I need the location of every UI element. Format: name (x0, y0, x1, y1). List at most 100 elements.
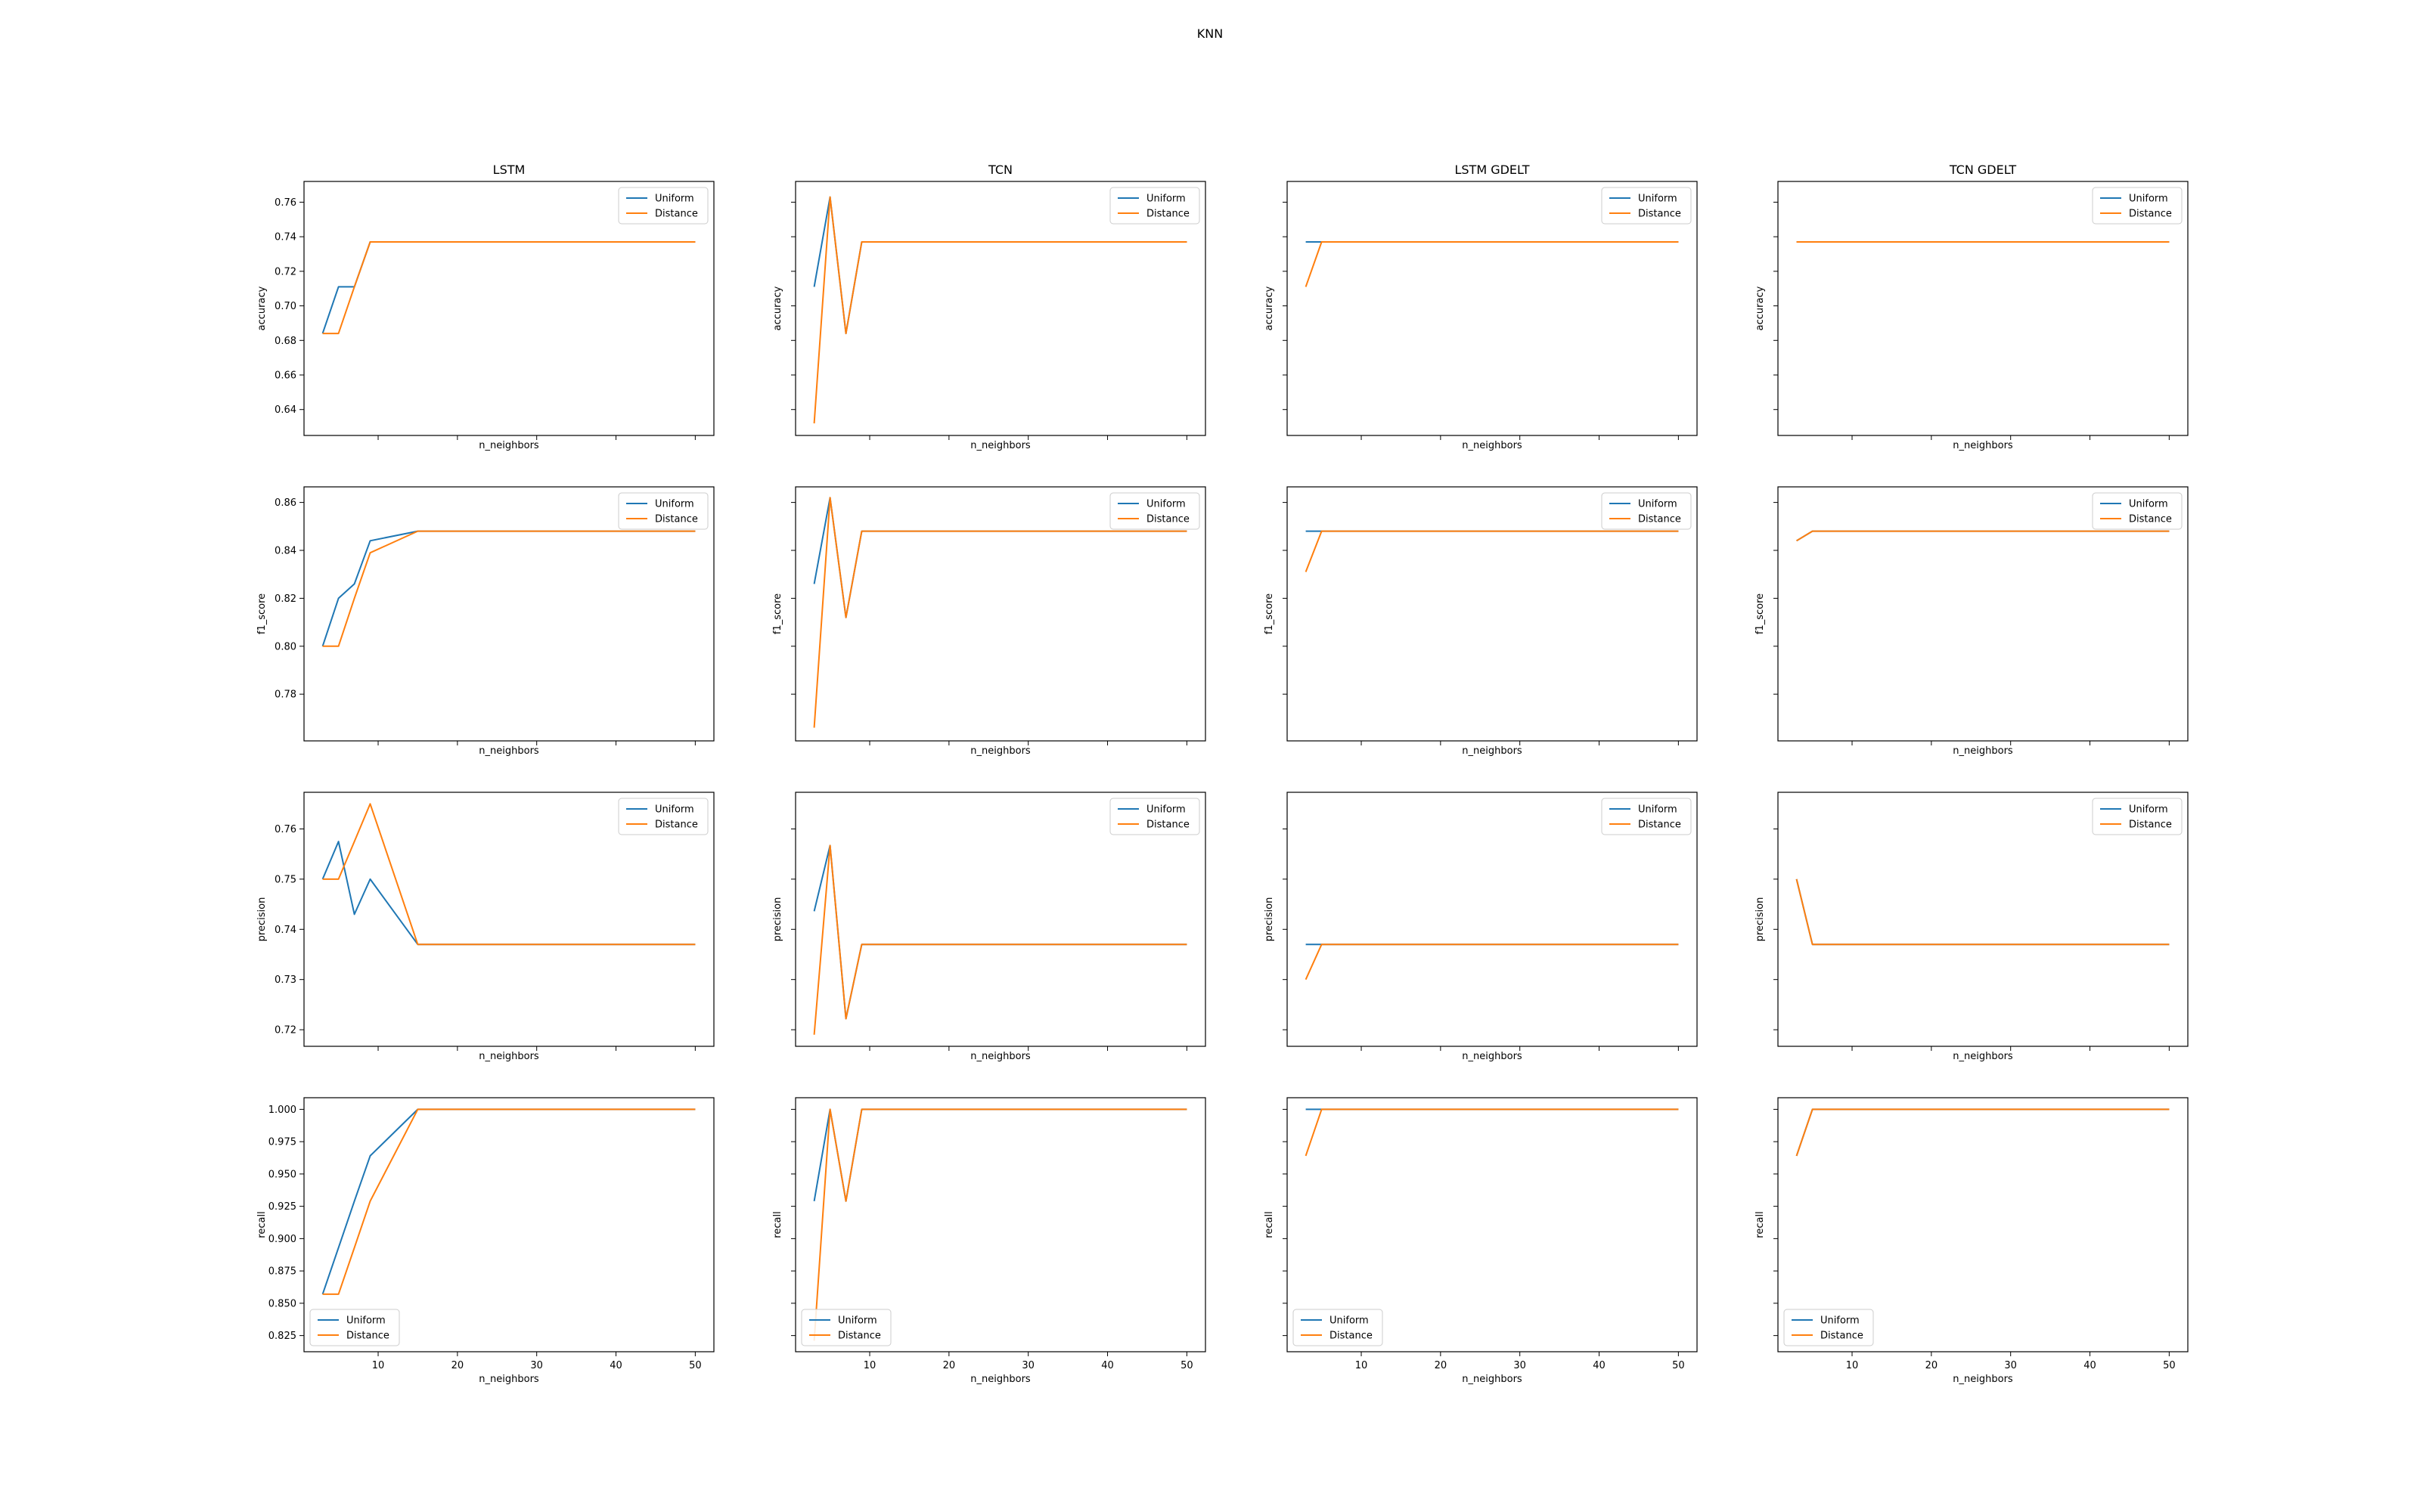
y-tick-label: 1.000 (268, 1105, 296, 1116)
legend: Uniform Distance (2092, 492, 2183, 530)
x-axis-label: n_neighbors (970, 745, 1031, 757)
legend-label-uniform: Uniform (655, 804, 694, 816)
legend: Uniform Distance (1109, 798, 1200, 835)
y-axis-label: f1_score (1264, 593, 1275, 634)
y-axis-label: recall (256, 1211, 268, 1238)
legend: Uniform Distance (618, 492, 709, 530)
x-tick-label: 40 (1593, 1360, 1606, 1371)
y-axis-label: precision (772, 897, 783, 942)
y-tick-label: 0.75 (275, 874, 296, 885)
x-tick-label: 50 (1181, 1360, 1193, 1371)
x-tick-label: 20 (943, 1360, 956, 1371)
legend-label-distance: Distance (655, 514, 698, 525)
legend-label-distance: Distance (1146, 514, 1190, 525)
legend-label-uniform: Uniform (2129, 194, 2168, 205)
legend-label-uniform: Uniform (1820, 1315, 1860, 1327)
series-line-distance (1795, 878, 2170, 946)
x-tick-label: 10 (372, 1360, 385, 1371)
y-tick-label: 0.70 (275, 301, 296, 312)
subplot-2-1: n_neighbors precision Uniform Distance (772, 792, 1206, 1062)
y-tick-label: 0.850 (268, 1298, 296, 1309)
y-axis-label: accuracy (772, 286, 783, 330)
legend-label-uniform: Uniform (1638, 499, 1677, 510)
y-tick-label: 0.73 (275, 974, 296, 986)
y-axis-label: accuracy (1264, 286, 1275, 330)
x-tick-label: 10 (1846, 1360, 1859, 1371)
x-axis-label: n_neighbors (1462, 440, 1522, 451)
y-tick-label: 0.84 (275, 546, 296, 557)
legend: Uniform Distance (801, 1309, 892, 1346)
legend: Uniform Distance (2092, 187, 2183, 225)
subplot-3-0: 0.825 0.850 0.875 0.900 0.925 0.950 0.975 1.000… (256, 1097, 715, 1385)
y-axis-label: f1_score (1754, 593, 1766, 634)
x-axis-label: n_neighbors (1953, 440, 2013, 451)
y-tick-label: 0.66 (275, 370, 296, 382)
x-tick-label: 50 (1672, 1360, 1685, 1371)
legend-label-uniform: Uniform (1146, 499, 1186, 510)
x-axis-label: n_neighbors (1462, 1374, 1522, 1385)
y-axis-label: accuracy (256, 286, 268, 330)
y-tick-label: 0.86 (275, 497, 296, 509)
legend: Uniform Distance (1783, 1309, 1874, 1346)
y-tick-label: 0.72 (275, 266, 296, 277)
y-axis-label: accuracy (1754, 286, 1766, 330)
series-line-distance (813, 844, 1187, 1035)
legend-label-distance: Distance (1146, 209, 1190, 220)
y-tick-label: 0.76 (275, 197, 296, 209)
legend: Uniform Distance (618, 798, 709, 835)
series-line-uniform (813, 844, 1187, 1020)
series-line-distance (1795, 1108, 2170, 1157)
legend: Uniform Distance (309, 1309, 400, 1346)
x-axis-label: n_neighbors (479, 1051, 539, 1062)
x-axis-label: n_neighbors (1462, 1051, 1522, 1062)
legend-label-distance: Distance (1638, 514, 1681, 525)
legend-label-distance: Distance (655, 820, 698, 831)
subplot-0-3: TCN GDELT n_neighbors accuracy Uniform Dista… (1754, 163, 2189, 451)
series-line-distance (813, 497, 1187, 728)
x-axis-label: n_neighbors (1953, 745, 2013, 757)
knn-figure: KNN LSTM 0.64 0.66 0.68 0.70 0.72 0.74 0.76 n_ne… (256, 26, 2189, 1385)
subplot-grid: LSTM 0.64 0.66 0.68 0.70 0.72 0.74 0.76 n_neighb… (256, 163, 2189, 1385)
y-axis-label: recall (1264, 1211, 1275, 1238)
subplot-1-0: 0.78 0.80 0.82 0.84 0.86 n_neighbors f1_score U… (256, 486, 715, 757)
subplot-title: LSTM (493, 163, 526, 177)
x-axis-label: n_neighbors (479, 1374, 539, 1385)
x-tick-label: 20 (1925, 1360, 1938, 1371)
legend-label-distance: Distance (346, 1331, 389, 1342)
legend-label-uniform: Uniform (1146, 804, 1186, 816)
x-tick-label: 40 (1101, 1360, 1114, 1371)
x-axis-label: n_neighbors (970, 1374, 1031, 1385)
legend: Uniform Distance (1109, 187, 1200, 225)
y-tick-label: 0.900 (268, 1234, 296, 1245)
y-axis-label: recall (772, 1211, 783, 1238)
subplot-title: TCN (988, 163, 1013, 177)
series-line-distance (322, 530, 696, 647)
legend-label-uniform: Uniform (2129, 499, 2168, 510)
y-tick-label: 0.80 (275, 641, 296, 652)
x-tick-label: 30 (2004, 1360, 2017, 1371)
y-tick-label: 0.74 (275, 925, 296, 936)
subplot-3-3: 10 20 30 40 50 n_neighbors recall Uniform Distan… (1754, 1097, 2189, 1385)
legend-label-uniform: Uniform (655, 499, 694, 510)
series-line-distance (322, 241, 696, 335)
legend-label-distance: Distance (1146, 820, 1190, 831)
legend: Uniform Distance (1601, 798, 1692, 835)
x-axis-label: n_neighbors (479, 440, 539, 451)
legend-label-uniform: Uniform (1638, 804, 1677, 816)
legend-label-uniform: Uniform (2129, 804, 2168, 816)
legend: Uniform Distance (1601, 187, 1692, 225)
legend: Uniform Distance (618, 187, 709, 225)
y-tick-label: 0.78 (275, 689, 296, 701)
y-tick-label: 0.975 (268, 1137, 296, 1148)
x-tick-label: 30 (1022, 1360, 1035, 1371)
legend: Uniform Distance (2092, 798, 2183, 835)
x-axis-label: n_neighbors (1953, 1051, 2013, 1062)
series-line-uniform (321, 241, 696, 334)
x-tick-label: 10 (864, 1360, 876, 1371)
subplot-1-1: n_neighbors f1_score Uniform Distance (772, 486, 1206, 757)
legend-label-uniform: Uniform (655, 194, 694, 205)
legend-label-distance: Distance (1638, 820, 1681, 831)
legend: Uniform Distance (1601, 492, 1692, 530)
subplot-2-3: n_neighbors precision Uniform Distance (1754, 792, 2189, 1062)
subplot-1-2: n_neighbors f1_score Uniform Distance (1264, 486, 1698, 757)
